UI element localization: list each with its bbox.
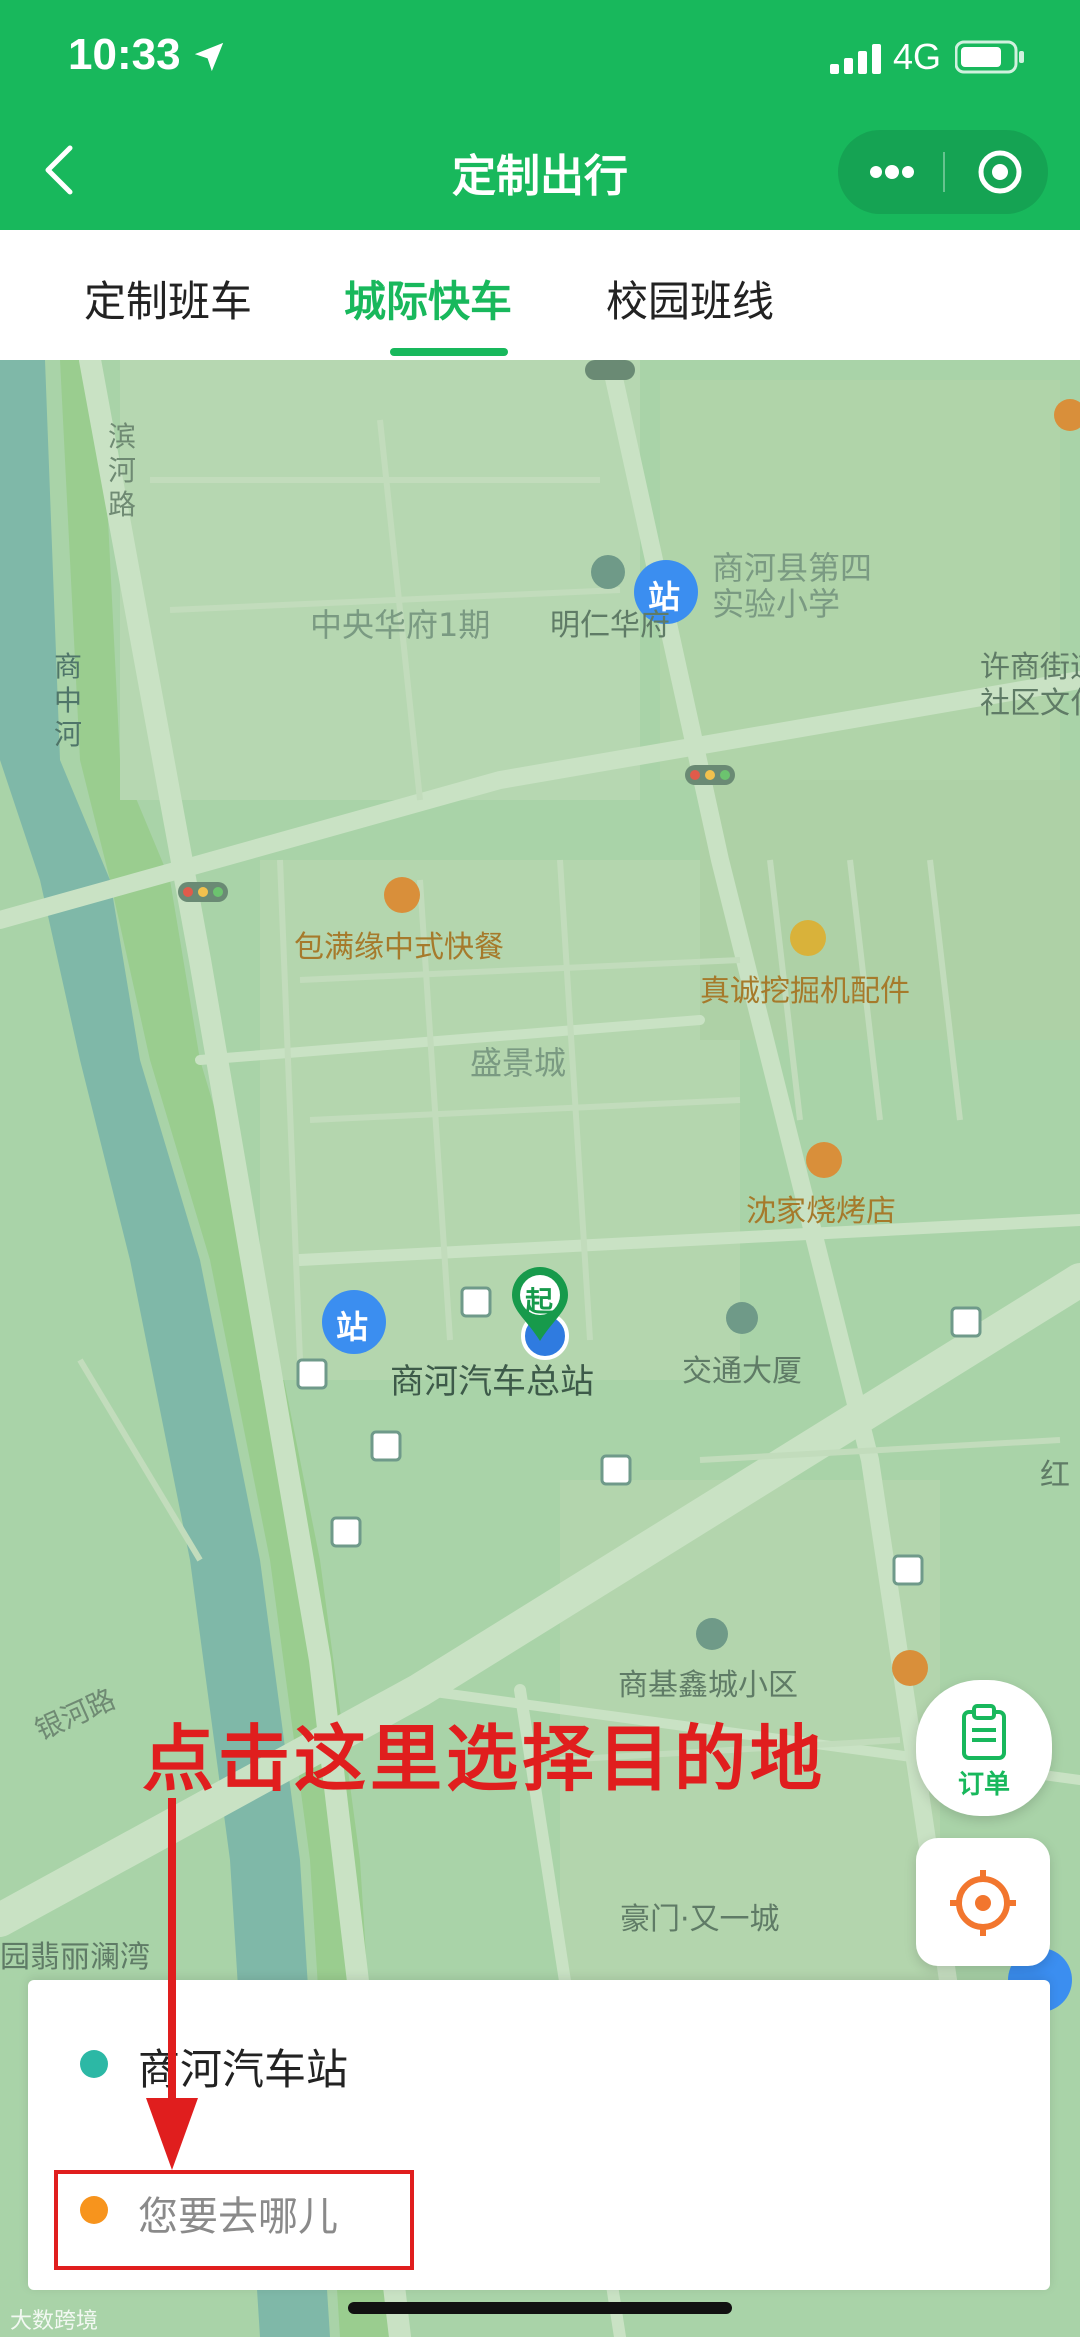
order-label: 订单: [957, 1770, 1010, 1800]
poi-mingren-huafu[interactable]: 明仁华府: [550, 600, 670, 644]
station-marker-2[interactable]: 站: [336, 1302, 368, 1348]
active-tab-indicator: [390, 348, 508, 356]
locate-button[interactable]: [916, 1838, 1050, 1966]
battery-icon: [955, 40, 1024, 74]
destination-highlight-box: [54, 2170, 414, 2270]
tab-bar: 定制班车 城际快车 校园班线: [0, 230, 1080, 360]
capsule-divider: [943, 152, 945, 192]
location-arrow-icon: [194, 42, 224, 72]
mini-program-capsule: [838, 130, 1048, 214]
poi-zhencheng[interactable]: 真诚挖掘机配件: [700, 966, 910, 1010]
origin-dot: [80, 2050, 108, 2078]
tab-custom-bus[interactable]: 定制班车: [84, 268, 252, 329]
poi-jiaotong[interactable]: 交通大厦: [682, 1346, 802, 1390]
close-target-icon[interactable]: [976, 148, 1024, 196]
network-type: 4G: [893, 36, 942, 77]
home-indicator: [348, 2302, 732, 2314]
poi-bus-station[interactable]: 商河汽车总站: [390, 1354, 594, 1403]
order-button[interactable]: 订单: [916, 1680, 1052, 1816]
red-arrow-icon: [146, 1798, 198, 2170]
poi-zhongyang-huafu[interactable]: 中央华府1期: [310, 600, 490, 646]
start-pin-label: 起: [525, 1285, 554, 1318]
poi-community[interactable]: 许商街道 社区文化: [980, 650, 1080, 722]
clipboard-icon: [962, 1704, 1006, 1760]
signal-icon: [830, 44, 881, 74]
instruction-text: 点击这里选择目的地: [142, 1717, 827, 1801]
watermark: 大数跨境: [10, 2309, 99, 2334]
tab-intercity-express[interactable]: 城际快车: [344, 268, 512, 329]
poi-baomanyuan[interactable]: 包满缘中式快餐: [294, 922, 504, 966]
river-label-shangzhong: 商 中 河: [54, 650, 83, 751]
status-bar: 10:33 4G: [0, 0, 1080, 115]
top-bar: 10:33 4G 定制出行: [0, 0, 1080, 230]
poi-shenjia[interactable]: 沈家烧烤店: [746, 1186, 896, 1230]
road-label-binhe: 滨 河 路: [108, 420, 137, 521]
poi-feicui[interactable]: 园翡丽澜湾: [0, 1932, 150, 1976]
poi-haomen[interactable]: 豪门·又一城: [620, 1894, 780, 1938]
status-time: 10:33: [68, 30, 181, 79]
poi-hong: 红: [1040, 1458, 1070, 1493]
crosshair-icon: [950, 1870, 1016, 1936]
poi-shangji[interactable]: 商基鑫城小区: [618, 1660, 798, 1704]
more-icon[interactable]: [866, 154, 918, 190]
tab-campus-line[interactable]: 校园班线: [606, 268, 774, 329]
poi-school[interactable]: 商河县第四 实验小学: [712, 550, 872, 622]
poi-shengjingcheng[interactable]: 盛景城: [470, 1038, 566, 1084]
